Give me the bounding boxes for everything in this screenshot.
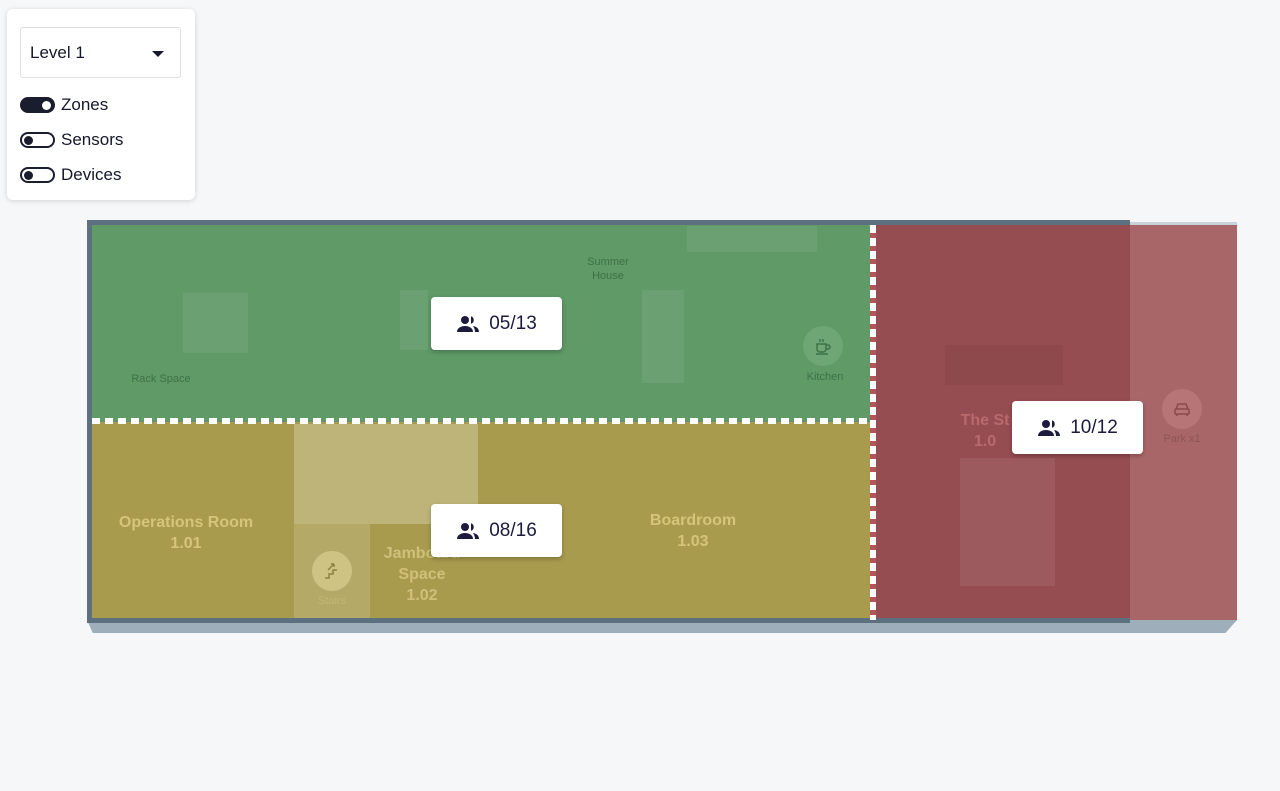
devices-label: Devices xyxy=(61,165,122,184)
occupancy-value: 05/13 xyxy=(489,312,537,334)
zone-boundary-vertical xyxy=(870,225,876,620)
sofa xyxy=(945,345,1063,385)
occupancy-badge-yellow[interactable]: 08/16 xyxy=(431,504,562,557)
room-number: 1.03 xyxy=(677,533,709,550)
parking-marker[interactable] xyxy=(1162,389,1202,429)
zones-toggle[interactable] xyxy=(20,97,55,113)
table xyxy=(183,293,248,353)
room-boardroom[interactable]: Boardroom 1.03 xyxy=(650,510,736,552)
people-icon xyxy=(1038,419,1061,436)
occupancy-value: 10/12 xyxy=(1070,416,1118,438)
devices-toggle[interactable] xyxy=(20,167,55,183)
occupancy-badge-green[interactable]: 05/13 xyxy=(431,297,562,350)
coffee-cup-icon xyxy=(816,339,831,355)
room-number: 1.01 xyxy=(170,535,202,552)
summer-house-label: Summer House xyxy=(587,256,629,282)
level-select-value: Level 1 xyxy=(30,42,85,62)
room-number: 1.0 xyxy=(973,433,997,450)
people-icon xyxy=(457,315,480,332)
stairs-label: Stairs xyxy=(317,595,347,607)
zones-label: Zones xyxy=(61,95,109,114)
table xyxy=(642,290,684,383)
room-operations[interactable]: Operations Room 1.01 xyxy=(119,512,253,554)
kitchen-label: Kitchen xyxy=(806,371,844,383)
table xyxy=(400,290,428,350)
toggle-sensors-row[interactable]: Sensors xyxy=(20,130,123,150)
stairs-marker[interactable] xyxy=(312,551,352,591)
caret-down-icon xyxy=(152,51,164,57)
table xyxy=(960,458,1055,586)
sensors-toggle[interactable] xyxy=(20,132,55,148)
kitchen-marker[interactable] xyxy=(803,326,843,366)
toggle-zones-row[interactable]: Zones xyxy=(20,95,108,115)
zone-boundary-horizontal xyxy=(92,418,872,424)
layer-controls-panel: Level 1 Zones Sensors Devices xyxy=(7,9,195,200)
toggle-devices-row[interactable]: Devices xyxy=(20,165,121,185)
park-label: Park x1 xyxy=(1163,433,1201,445)
counter xyxy=(687,226,817,252)
room-name: The St xyxy=(960,412,1010,429)
room-name: Operations Room xyxy=(118,514,254,531)
people-icon xyxy=(457,522,480,539)
occupancy-value: 08/16 xyxy=(489,519,537,541)
stairs-icon xyxy=(325,563,337,579)
level-select[interactable]: Level 1 xyxy=(20,27,181,78)
rack-space-label: Rack Space xyxy=(131,373,191,385)
room-studio[interactable]: The St 1.0 xyxy=(961,410,1010,452)
car-icon xyxy=(1174,403,1190,416)
room-name: Boardroom xyxy=(649,512,737,529)
room-number: 1.02 xyxy=(406,587,438,604)
occupancy-badge-red[interactable]: 10/12 xyxy=(1012,401,1143,454)
sensors-label: Sensors xyxy=(61,130,124,149)
